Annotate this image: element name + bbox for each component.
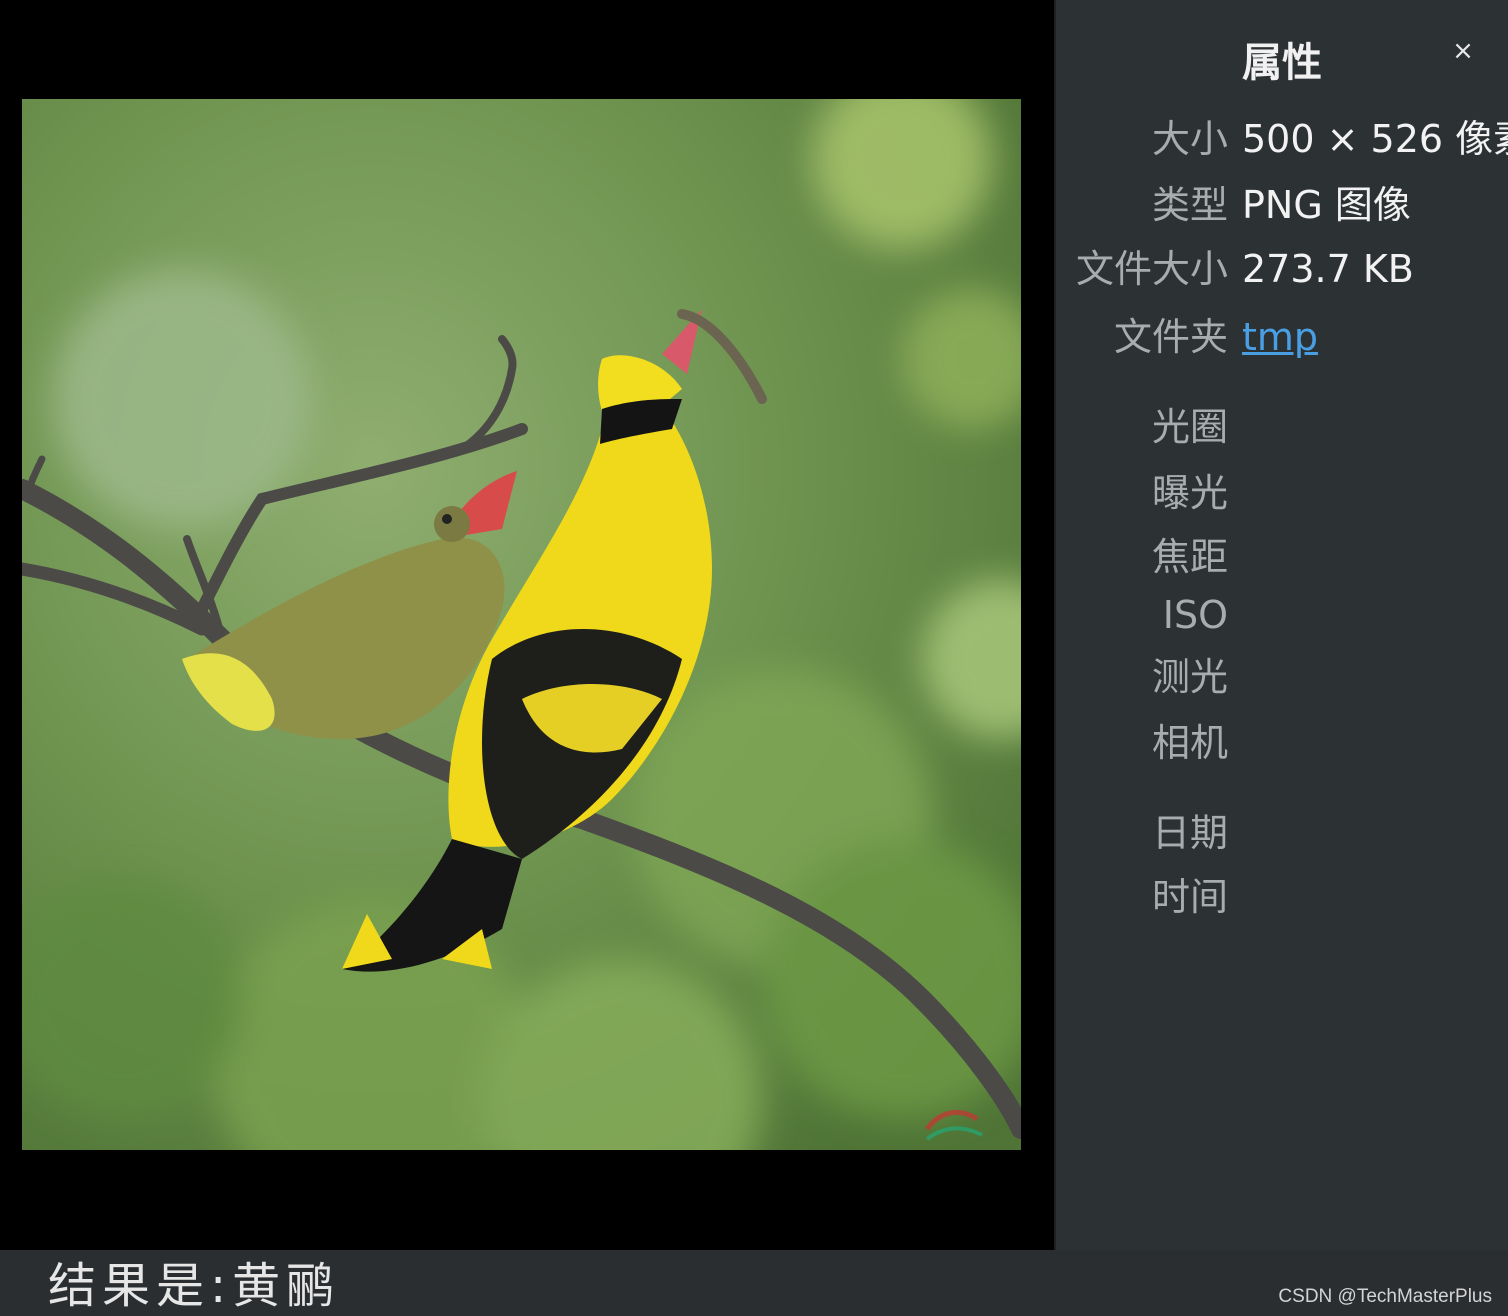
property-label: 大小 xyxy=(1151,117,1228,161)
exif-label: ISO xyxy=(1162,593,1228,637)
exif-row-metering: 测光 xyxy=(1056,650,1508,704)
exif-row-aperture: 光圈 xyxy=(1056,400,1508,454)
exif-label: 曝光 xyxy=(1151,471,1228,515)
datetime-label: 时间 xyxy=(1151,875,1228,919)
exif-label: 光圈 xyxy=(1151,405,1228,449)
exif-row-focal-length: 焦距 xyxy=(1056,530,1508,584)
exif-label: 相机 xyxy=(1151,721,1228,765)
properties-panel: 属性 × 大小 500 × 526 像素 类型 PNG 图像 文件大小 273.… xyxy=(1054,0,1508,1250)
property-label: 类型 xyxy=(1151,183,1228,227)
datetime-label: 日期 xyxy=(1151,811,1228,855)
panel-title: 属性 xyxy=(1242,40,1322,86)
property-row-type: 类型 PNG 图像 xyxy=(1056,178,1508,232)
property-row-file-size: 文件大小 273.7 KB xyxy=(1056,242,1508,296)
oriole-image xyxy=(22,99,1021,1150)
exif-label: 测光 xyxy=(1151,655,1228,699)
property-label: 文件大小 xyxy=(1075,247,1228,291)
property-label: 文件夹 xyxy=(1113,315,1228,359)
folder-link[interactable]: tmp xyxy=(1242,310,1318,364)
bird-photo xyxy=(22,99,1021,1150)
datetime-row-date: 日期 xyxy=(1056,806,1508,860)
image-viewer-canvas[interactable] xyxy=(0,0,1054,1250)
property-row-folder: 文件夹 tmp xyxy=(1056,310,1508,364)
exif-row-exposure: 曝光 xyxy=(1056,466,1508,520)
result-text: 结果是:黄鹂 xyxy=(48,1258,341,1314)
datetime-row-time: 时间 xyxy=(1056,870,1508,924)
exif-row-iso: ISO xyxy=(1056,588,1508,642)
property-row-size: 大小 500 × 526 像素 xyxy=(1056,112,1508,166)
exif-row-camera: 相机 xyxy=(1056,716,1508,770)
csdn-watermark: CSDN @TechMasterPlus xyxy=(1278,1286,1492,1307)
property-value: PNG 图像 xyxy=(1242,183,1411,227)
property-value: 273.7 KB xyxy=(1242,247,1414,291)
exif-label: 焦距 xyxy=(1151,535,1228,579)
close-icon[interactable]: × xyxy=(1448,36,1478,66)
property-value: 500 × 526 像素 xyxy=(1242,117,1508,161)
